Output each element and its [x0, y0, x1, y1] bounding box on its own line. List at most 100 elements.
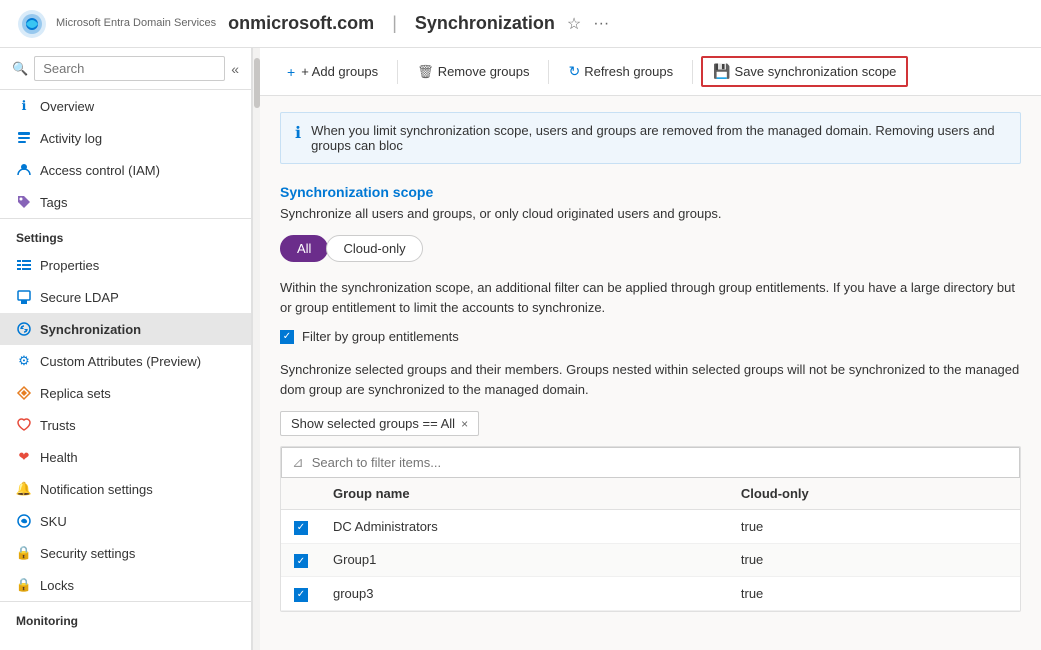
sidebar-item-trusts[interactable]: Trusts: [0, 409, 251, 441]
sidebar-label-locks: Locks: [40, 578, 74, 593]
info-banner: ℹ When you limit synchronization scope, …: [280, 112, 1021, 164]
sidebar-label-replica-sets: Replica sets: [40, 386, 111, 401]
sidebar-label-access-control: Access control (IAM): [40, 163, 160, 178]
sidebar-label-activity-log: Activity log: [40, 131, 102, 146]
section-title: Synchronization scope: [280, 184, 1021, 200]
sidebar-item-security-settings[interactable]: 🔒 Security settings: [0, 537, 251, 569]
add-groups-button[interactable]: + + Add groups: [276, 58, 389, 86]
save-icon: 💾: [713, 63, 730, 80]
app-logo: [16, 8, 48, 40]
sidebar-item-replica-sets[interactable]: Replica sets: [0, 377, 251, 409]
refresh-groups-label: Refresh groups: [584, 64, 673, 79]
sidebar-label-secure-ldap: Secure LDAP: [40, 290, 119, 305]
sidebar-item-sku[interactable]: SKU: [0, 505, 251, 537]
row-checkbox[interactable]: ✓: [294, 588, 308, 602]
monitoring-section-label: Monitoring: [0, 601, 251, 632]
sidebar-label-tags: Tags: [40, 195, 67, 210]
replica-sets-icon: [16, 385, 32, 401]
sidebar-item-activity-log[interactable]: Activity log: [0, 122, 251, 154]
sku-icon: [16, 513, 32, 529]
sidebar-label-overview: Overview: [40, 99, 94, 114]
locks-icon: 🔒: [16, 577, 32, 593]
groups-table-wrapper: ⊿ Group name Cloud-only: [280, 446, 1021, 612]
save-scope-label: Save synchronization scope: [735, 64, 897, 79]
table-row: ✓ Group1 true: [281, 543, 1020, 577]
sidebar-item-secure-ldap[interactable]: Secure LDAP: [0, 281, 251, 313]
title-separator: |: [392, 13, 397, 34]
col-group-name-header: Group name: [321, 478, 729, 510]
row-checkbox[interactable]: ✓: [294, 521, 308, 535]
notification-icon: 🔔: [16, 481, 32, 497]
sidebar-label-notification-settings: Notification settings: [40, 482, 153, 497]
security-icon: 🔒: [16, 545, 32, 561]
row-group-name: group3: [321, 577, 729, 611]
toggle-all-button[interactable]: All: [280, 235, 328, 262]
filter-tag: Show selected groups == All ×: [280, 411, 479, 436]
logo-area: Microsoft Entra Domain Services: [16, 8, 216, 40]
search-input[interactable]: [34, 56, 225, 81]
remove-groups-button[interactable]: 🗑 Remove groups: [406, 58, 540, 86]
filter-checkbox[interactable]: [280, 330, 294, 344]
favorite-icon[interactable]: ☆: [567, 14, 581, 34]
scope-description: Within the synchronization scope, an add…: [280, 278, 1021, 317]
collapse-button[interactable]: «: [231, 61, 239, 77]
remove-groups-label: Remove groups: [438, 64, 530, 79]
sidebar-item-tags[interactable]: Tags: [0, 186, 251, 218]
main-content: ℹ When you limit synchronization scope, …: [260, 96, 1041, 650]
section-description: Synchronize all users and groups, or onl…: [280, 206, 1021, 221]
health-icon: ❤: [16, 449, 32, 465]
custom-attributes-icon: ⚙: [16, 353, 32, 369]
save-scope-button[interactable]: 💾 Save synchronization scope: [701, 56, 908, 87]
sidebar-label-security-settings: Security settings: [40, 546, 135, 561]
sidebar-label-properties: Properties: [40, 258, 99, 273]
sidebar-label-synchronization: Synchronization: [40, 322, 141, 337]
table-header-row: Group name Cloud-only: [281, 478, 1020, 510]
toolbar: + + Add groups 🗑 Remove groups ↻ Refresh…: [260, 48, 1041, 96]
sidebar-label-health: Health: [40, 450, 78, 465]
trusts-icon: [16, 417, 32, 433]
sidebar-search-area: 🔍 «: [0, 48, 251, 90]
sidebar-scrollbar[interactable]: [252, 48, 260, 650]
groups-table: Group name Cloud-only ✓ DC Administrator…: [281, 478, 1020, 611]
search-icon: 🔍: [12, 61, 28, 77]
toggle-cloud-button[interactable]: Cloud-only: [326, 235, 422, 262]
sidebar-item-overview[interactable]: ℹ Overview: [0, 90, 251, 122]
filter-tag-close[interactable]: ×: [461, 417, 468, 431]
row-cloud-only: true: [729, 577, 1020, 611]
more-options-icon[interactable]: ···: [593, 15, 609, 33]
filter-tag-bar: Show selected groups == All ×: [280, 411, 1021, 436]
scroll-thumb: [254, 58, 260, 108]
sidebar-item-notification-settings[interactable]: 🔔 Notification settings: [0, 473, 251, 505]
row-checkbox[interactable]: ✓: [294, 554, 308, 568]
properties-icon: [16, 257, 32, 273]
add-icon: +: [287, 64, 295, 80]
table-search-bar: ⊿: [281, 447, 1020, 478]
page-section-title: Synchronization: [415, 13, 555, 34]
sidebar: 🔍 « ℹ Overview Activity log: [0, 48, 252, 650]
tags-icon: [16, 194, 32, 210]
table-search-input[interactable]: [312, 455, 512, 470]
content-area: + + Add groups 🗑 Remove groups ↻ Refresh…: [260, 48, 1041, 650]
filter-checkbox-label: Filter by group entitlements: [302, 329, 459, 344]
sidebar-item-locks[interactable]: 🔒 Locks: [0, 569, 251, 601]
refresh-groups-button[interactable]: ↻ Refresh groups: [557, 57, 684, 86]
info-banner-text: When you limit synchronization scope, us…: [311, 123, 1006, 153]
secure-ldap-icon: [16, 289, 32, 305]
col-checkbox-header: [281, 478, 321, 510]
sidebar-item-access-control[interactable]: Access control (IAM): [0, 154, 251, 186]
sidebar-item-properties[interactable]: Properties: [0, 249, 251, 281]
settings-section-label: Settings: [0, 218, 251, 249]
table-filter-icon: ⊿: [292, 454, 304, 471]
sidebar-item-health[interactable]: ❤ Health: [0, 441, 251, 473]
remove-icon: 🗑: [417, 64, 434, 80]
logo-text: Microsoft Entra Domain Services: [56, 17, 216, 30]
sidebar-label-custom-attributes: Custom Attributes (Preview): [40, 354, 201, 369]
main-layout: 🔍 « ℹ Overview Activity log: [0, 48, 1041, 650]
access-control-icon: [16, 162, 32, 178]
toolbar-separator-2: [548, 60, 549, 84]
row-cloud-only: true: [729, 543, 1020, 577]
row-cloud-only: true: [729, 510, 1020, 544]
sidebar-item-synchronization[interactable]: Synchronization: [0, 313, 251, 345]
sidebar-wrapper: 🔍 « ℹ Overview Activity log: [0, 48, 260, 650]
sidebar-item-custom-attributes[interactable]: ⚙ Custom Attributes (Preview): [0, 345, 251, 377]
